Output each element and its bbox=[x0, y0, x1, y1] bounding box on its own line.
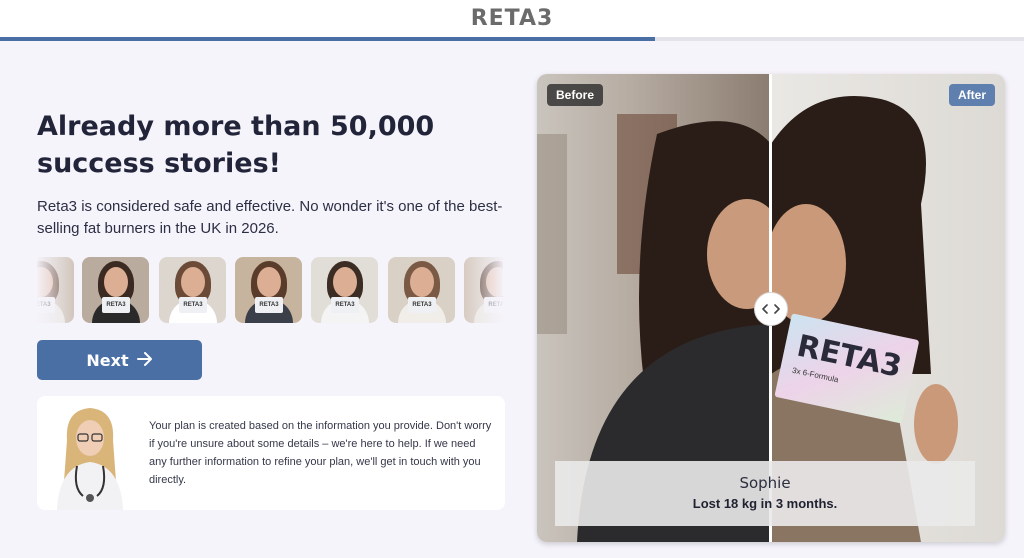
testimonial-thumbnail: RETA3 bbox=[82, 257, 149, 323]
testimonial-thumbnail: RETA3 bbox=[388, 257, 455, 323]
testimonial-name: Sophie bbox=[739, 474, 791, 492]
arrow-right-icon bbox=[136, 351, 153, 370]
info-card: Your plan is created based on the inform… bbox=[37, 396, 505, 510]
progress-bar bbox=[0, 37, 1024, 41]
next-button[interactable]: Next bbox=[37, 340, 202, 380]
thumbnails-fade-right bbox=[463, 257, 503, 323]
thumbnail-product-box: RETA3 bbox=[179, 297, 207, 313]
progress-fill bbox=[0, 37, 656, 41]
next-button-label: Next bbox=[86, 350, 129, 370]
thumbnail-product-box: RETA3 bbox=[255, 297, 283, 313]
slider-handle[interactable] bbox=[754, 292, 788, 326]
chevron-left-right-icon bbox=[762, 302, 780, 317]
before-label: Before bbox=[547, 84, 604, 106]
info-text: Your plan is created based on the inform… bbox=[149, 420, 492, 486]
testimonial-thumbnail: RETA3 bbox=[311, 257, 378, 323]
doctor-image bbox=[47, 400, 133, 510]
thumbnail-product-box: RETA3 bbox=[331, 297, 359, 313]
logo: RETA3 bbox=[470, 6, 554, 31]
thumbnail-product-box: RETA3 bbox=[102, 297, 130, 313]
header: RETA3 bbox=[0, 0, 1024, 41]
testimonial-thumbnail: RETA3 bbox=[235, 257, 302, 323]
thumbnails-fade-left bbox=[37, 257, 77, 323]
page-title: Already more than 50,000 success stories… bbox=[37, 111, 435, 179]
testimonial-caption: Sophie Lost 18 kg in 3 months. bbox=[555, 461, 975, 526]
after-label: After bbox=[948, 84, 995, 106]
testimonial-thumbnail: RETA3 bbox=[159, 257, 226, 323]
testimonial-thumbnails: RETA3RETA3RETA3RETA3RETA3RETA3RETA3 bbox=[37, 257, 503, 323]
testimonial-result: Lost 18 kg in 3 months. bbox=[692, 496, 838, 511]
thumbnail-product-box: RETA3 bbox=[408, 297, 436, 313]
before-after-slider[interactable]: RETA3 3x 6-Formula Before After Sophie L… bbox=[537, 74, 1005, 542]
page-subtitle: Reta3 is considered safe and effective. … bbox=[37, 198, 503, 237]
